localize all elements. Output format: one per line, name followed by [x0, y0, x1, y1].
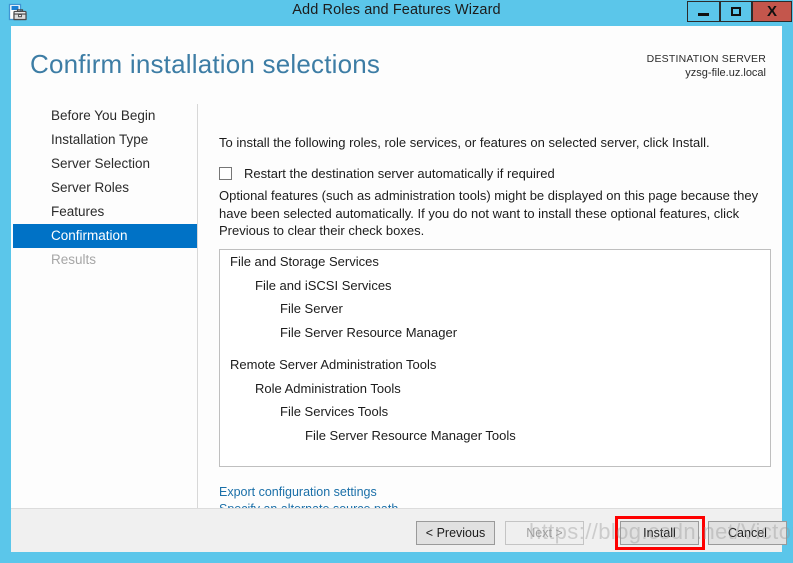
wizard-client-area: Confirm installation selections DESTINAT… [11, 26, 787, 552]
sidebar-item-before-you-begin[interactable]: Before You Begin [13, 104, 198, 128]
list-item: Role Administration Tools [255, 380, 401, 396]
wizard-window: Add Roles and Features Wizard X Confirm … [0, 0, 793, 563]
minimize-icon [698, 13, 709, 16]
page-title: Confirm installation selections [30, 49, 381, 79]
list-item: File Services Tools [280, 404, 389, 419]
maximize-icon [731, 7, 741, 16]
optional-features-text: Optional features (such as administratio… [219, 188, 759, 238]
previous-button[interactable]: < Previous [416, 521, 495, 545]
sidebar-item-installation-type[interactable]: Installation Type [13, 128, 198, 152]
sidebar-item-server-roles[interactable]: Server Roles [13, 176, 198, 200]
install-button[interactable]: Install [620, 521, 699, 545]
destination-server-label: DESTINATION SERVER [646, 53, 766, 65]
window-title: Add Roles and Features Wizard [292, 2, 501, 18]
link-export-configuration-settings[interactable]: Export configuration settings [219, 484, 398, 501]
restart-checkbox[interactable] [219, 166, 232, 180]
main-content: To install the following roles, role ser… [198, 104, 782, 516]
destination-server-value: yzsg-file.uz.local [685, 67, 766, 79]
minimize-button[interactable] [687, 1, 720, 22]
installation-selections-list[interactable]: File and Storage Services File and iSCSI … [219, 249, 771, 467]
list-item: File Server [280, 301, 343, 316]
destination-server-block: DESTINATION SERVER yzsg-file.uz.local [647, 52, 766, 80]
restart-checkbox-row[interactable]: Restart the destination server automatic… [219, 164, 555, 182]
title-bar[interactable]: Add Roles and Features Wizard X [0, 0, 793, 24]
wizard-footer: < Previous Next > Install Cancel [11, 508, 787, 552]
list-item: Remote Server Administration Tools [230, 357, 437, 372]
sidebar-item-confirmation[interactable]: Confirmation [13, 224, 198, 248]
sidebar-item-features[interactable]: Features [13, 200, 198, 224]
next-button: Next > [505, 521, 584, 545]
list-item: File and iSCSI Services [255, 277, 392, 293]
list-item: File Server Resource Manager Tools [305, 427, 516, 443]
intro-text: To install the following roles, role ser… [219, 135, 710, 150]
sidebar-item-results: Results [51, 252, 97, 267]
restart-checkbox-label: Restart the destination server automatic… [244, 165, 555, 181]
list-item: File Server Resource Manager [280, 324, 458, 340]
cancel-button[interactable]: Cancel [708, 521, 787, 545]
close-button[interactable]: X [752, 1, 792, 22]
wizard-step-nav: Before You Begin Installation Type Server … [11, 104, 198, 508]
sidebar-item-server-selection[interactable]: Server Selection [13, 152, 198, 176]
maximize-button[interactable] [720, 1, 752, 22]
list-item: File and Storage Services [230, 254, 379, 269]
